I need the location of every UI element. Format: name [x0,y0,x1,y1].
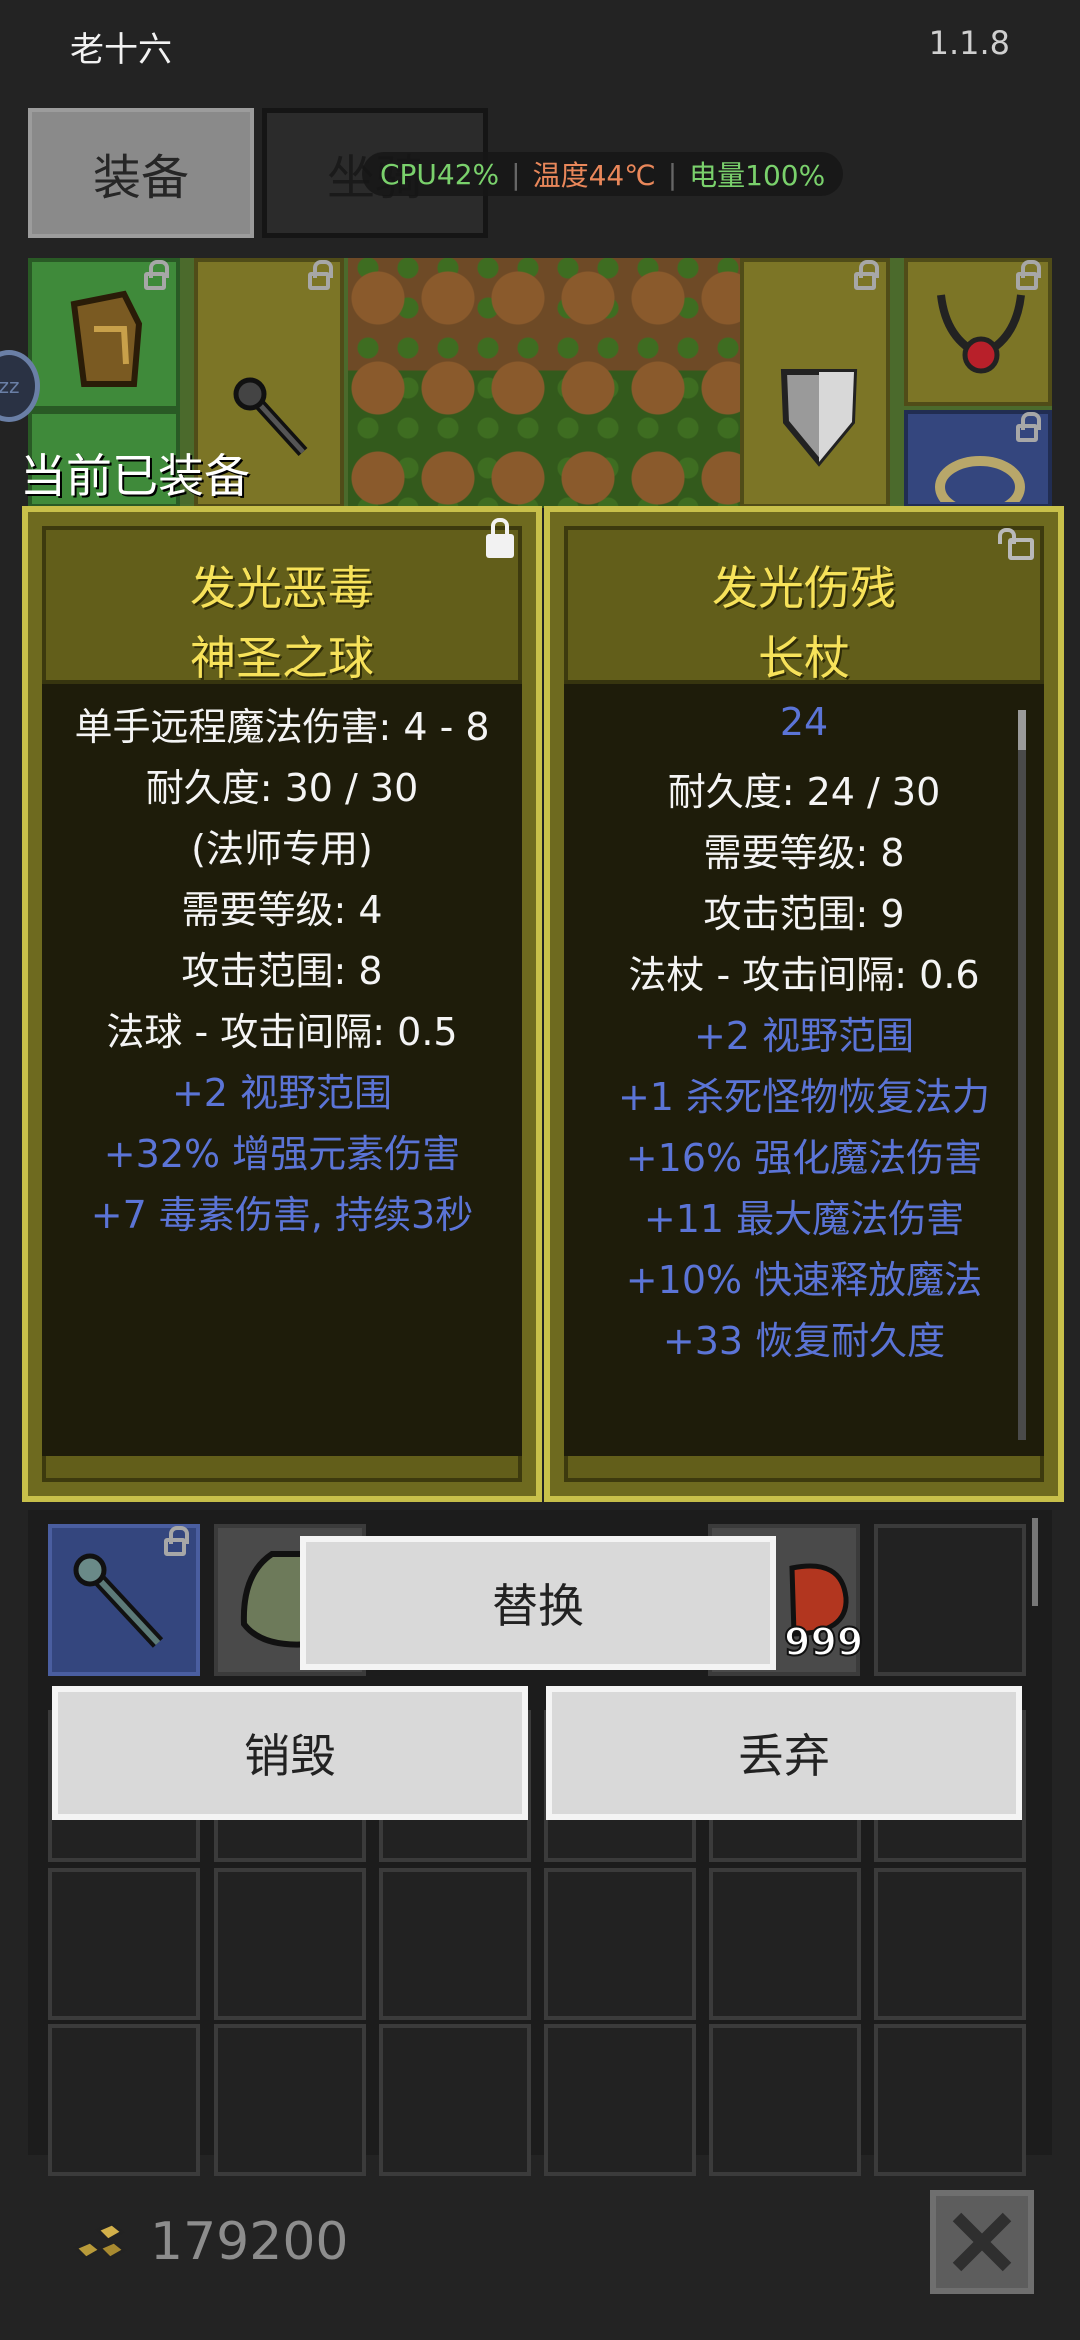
lock-icon [308,260,333,290]
stat-line: +2 视野范围 [171,1071,393,1115]
stat-line: +1 杀死怪物恢复法力 [617,1075,991,1119]
item-name-line1: 发光伤残 [712,561,896,615]
version-label: 1.1.8 [928,24,1010,62]
inventory-slot[interactable] [874,1868,1026,2020]
gold-amount: 179200 [150,2212,349,2272]
grass-background [348,258,768,508]
system-status-overlay: CPU42% | 温度44℃ | 电量100% [362,152,844,196]
item-stats[interactable]: 24 耐久度: 24 / 30 需要等级: 8 攻击范围: 9 法杖 - 攻击间… [564,680,1044,1456]
stat-line: +11 最大魔法伤害 [643,1197,965,1241]
amulet-icon [937,294,1025,374]
compare-item-card: 发光伤残 长杖 24 耐久度: 24 / 30 需要等级: 8 攻击范围: 9 … [544,506,1064,1502]
inventory-slot[interactable] [544,1868,696,2020]
inventory-item-staff[interactable] [48,1524,200,1676]
shield-slot[interactable] [740,258,890,508]
stat-line: 攻击范围: 8 [181,949,383,993]
stat-line: +33 恢复耐久度 [662,1319,946,1363]
stat-line: +10% 快速释放魔法 [625,1258,983,1302]
current-equipped-label: 当前已装备 [20,449,250,503]
stat-line: +7 毒素伤害, 持续3秒 [90,1193,474,1237]
inventory-slot[interactable] [48,2024,200,2176]
stat-line: +2 视野范围 [693,1014,915,1058]
stat-line: 攻击范围: 9 [703,892,905,936]
stat-line: 法球 - 攻击间隔: 0.5 [106,1010,458,1054]
gold-coins-icon [73,2222,127,2260]
close-button[interactable] [930,2190,1034,2294]
battery-level: 电量100% [689,159,826,192]
stat-line: 24 [779,700,829,744]
inventory-slot[interactable] [709,2024,861,2176]
cpu-usage: CPU42% [380,157,500,191]
inventory-slot[interactable] [214,2024,366,2176]
lock-icon [1016,412,1041,442]
helmet-slot[interactable] [28,258,180,410]
ring-icon [935,456,1025,502]
status-divider: | [511,157,521,191]
inventory-slot[interactable] [379,1868,531,2020]
app-title: 老十六 [70,30,172,70]
shield-icon [780,369,858,467]
helmet-icon [70,290,143,387]
tab-equipment[interactable]: 装备 [28,108,254,238]
close-icon [952,2212,1012,2272]
staff-icon [73,1553,164,1648]
inventory-slot[interactable] [874,2024,1026,2176]
inventory-slot[interactable] [874,1524,1026,1676]
replace-button[interactable]: 替换 [300,1536,776,1670]
inventory-slot[interactable] [48,1868,200,2020]
destroy-button[interactable]: 销毁 [52,1686,528,1820]
status-divider: | [667,157,678,191]
temperature: 温度44℃ [532,159,656,192]
inventory-slot[interactable] [379,2024,531,2176]
stat-line: +32% 增强元素伤害 [103,1132,461,1176]
lock-icon [854,260,879,290]
inventory-scrollbar[interactable] [1032,1518,1038,1606]
discard-button[interactable]: 丢弃 [546,1686,1022,1820]
stat-line: 法杖 - 攻击间隔: 0.6 [628,953,980,997]
stat-line: (法师专用) [191,827,373,871]
equipped-item-card: 发光恶毒 神圣之球 单手远程魔法伤害: 4 - 8 耐久度: 30 / 30 (… [22,506,542,1502]
amulet-slot[interactable] [904,258,1052,406]
stat-line: 单手远程魔法伤害: 4 - 8 [74,705,490,749]
stat-line: 需要等级: 8 [703,831,905,875]
item-name-line2: 神圣之球 [190,631,374,685]
stat-line: 需要等级: 4 [181,888,383,932]
item-name-line1: 发光恶毒 [190,561,374,615]
inventory-slot[interactable] [544,2024,696,2176]
item-stats: 单手远程魔法伤害: 4 - 8 耐久度: 30 / 30 (法师专用) 需要等级… [42,680,522,1456]
inventory-slot[interactable] [214,1868,366,2020]
stats-scrollbar-thumb[interactable] [1018,710,1026,750]
stat-line: 耐久度: 24 / 30 [667,770,941,814]
stats-scrollbar[interactable] [1018,710,1026,1440]
stat-line: 耐久度: 30 / 30 [145,766,419,810]
ring-slot[interactable] [904,410,1052,508]
item-stack-count: 999 [783,1619,864,1665]
stat-line: +16% 强化魔法伤害 [625,1136,983,1180]
inventory-slot[interactable] [709,1868,861,2020]
item-name-line2: 长杖 [758,631,850,685]
